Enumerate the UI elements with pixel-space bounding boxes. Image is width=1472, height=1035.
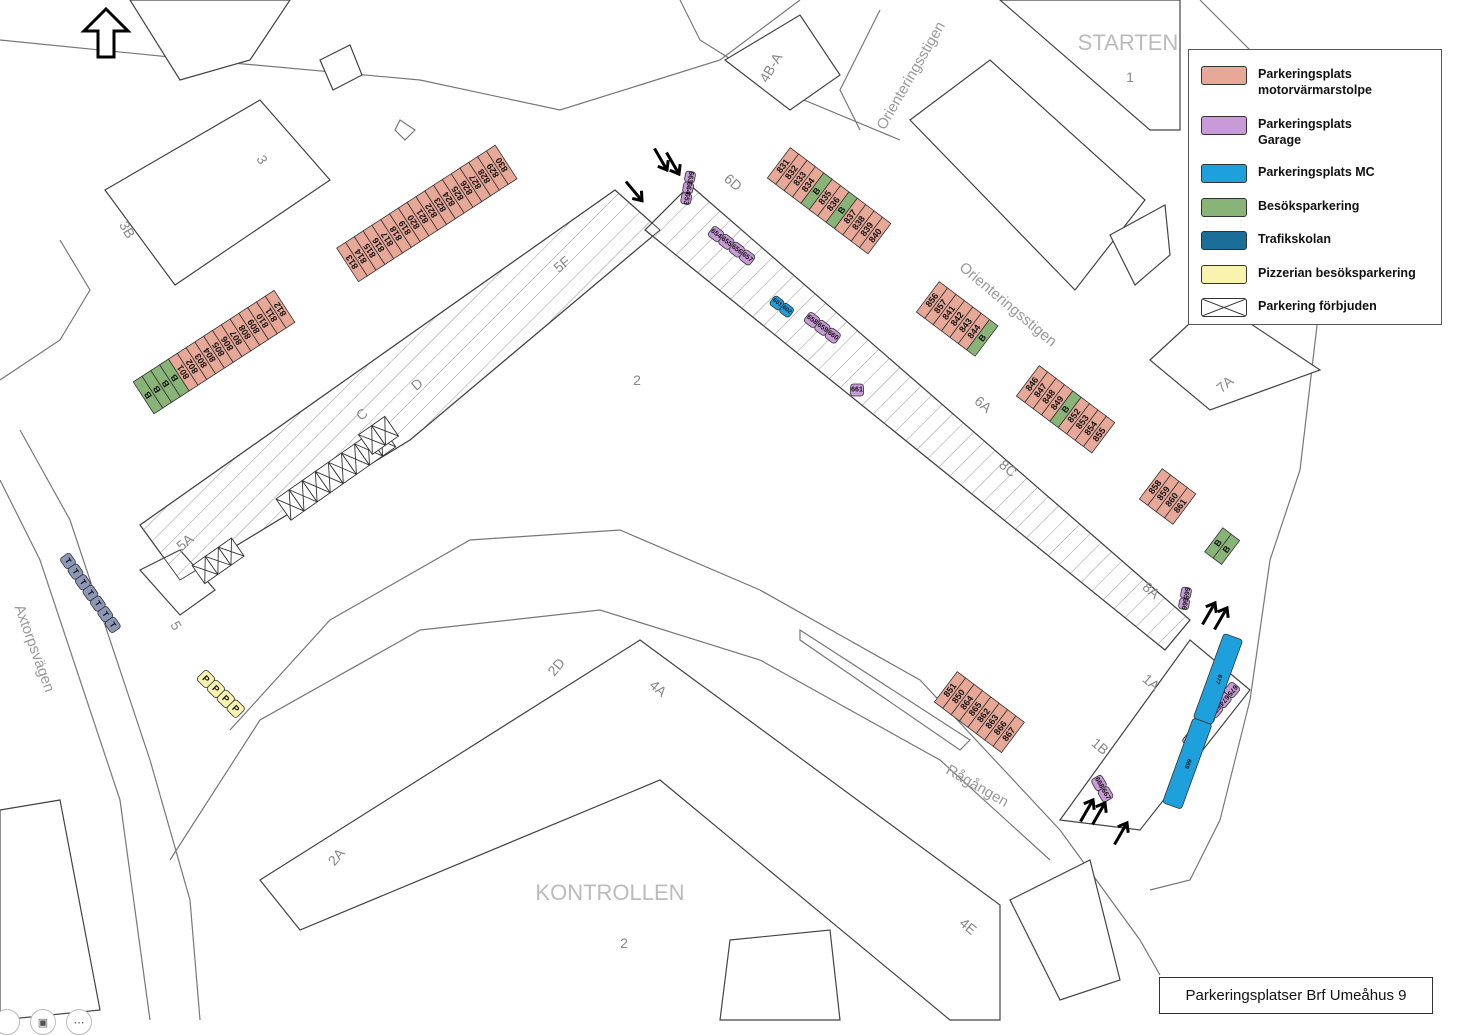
legend-label: Pizzerian besöksparkering [1258, 266, 1416, 280]
legend-swatch [1201, 164, 1247, 183]
street-label-ragangen: Rågången [943, 761, 1011, 810]
legend-label: Besöksparkering [1258, 199, 1360, 213]
legend-label: Parkeringsplats MC [1258, 165, 1375, 179]
legend-label: Trafikskolan [1258, 232, 1331, 246]
legend-label: Parkeringsplats Garage [1258, 117, 1352, 147]
legend-item-forbjuden: Parkering förbjuden [1201, 298, 1438, 317]
legend-item-motorvarmare: Parkeringsplats motorvärmarstolpe [1201, 66, 1438, 98]
legend-label: Parkeringsplats motorvärmarstolpe [1258, 67, 1372, 97]
parking-spot-garage: 653 [680, 192, 692, 205]
house-number-label: 5 [167, 618, 185, 633]
parking-spot-garage: 661 [850, 383, 864, 397]
legend-swatch-cross [1201, 298, 1247, 317]
map-title: Parkeringsplatser Brf Umeåhus 9 [1159, 977, 1433, 1014]
legend-label: Parkering förbjuden [1258, 299, 1377, 313]
hatched-areas [139, 184, 1191, 651]
legend-item-mc: Parkeringsplats MC [1201, 164, 1438, 183]
house-number-label: 2 [620, 935, 628, 951]
area-label-starten: STARTEN [1078, 30, 1179, 55]
house-number-label: 2D [544, 655, 568, 679]
area-label-kontrollen: KONTROLLEN [535, 880, 684, 905]
house-number-label: 6D [721, 170, 745, 194]
legend-swatch [1201, 265, 1247, 284]
legend-swatch [1201, 198, 1247, 217]
legend-item-garage: Parkeringsplats Garage [1201, 116, 1438, 148]
more-icon[interactable]: ⋯ [66, 1009, 92, 1035]
parking-spot-label: 661 [851, 387, 863, 394]
street-label-axtorpsvagen: Axtorpsvägen [11, 602, 58, 694]
legend-item-pizzeria: Pizzerian besöksparkering [1201, 265, 1438, 284]
house-number-label: 2 [633, 372, 641, 388]
camera-icon[interactable]: ▣ [30, 1009, 56, 1035]
north-arrow-icon [80, 6, 132, 59]
legend: Parkeringsplats motorvärmarstolpe Parker… [1188, 49, 1442, 325]
legend-swatch [1201, 116, 1247, 135]
legend-swatch [1201, 231, 1247, 250]
parking-spot-garage: 666 [1178, 597, 1190, 610]
legend-item-trafikskolan: Trafikskolan [1201, 231, 1438, 250]
house-number-label: 1 [1126, 69, 1134, 85]
legend-swatch [1201, 66, 1247, 85]
house-number-label: 6A [972, 393, 996, 417]
legend-item-besok: Besöksparkering [1201, 198, 1438, 217]
